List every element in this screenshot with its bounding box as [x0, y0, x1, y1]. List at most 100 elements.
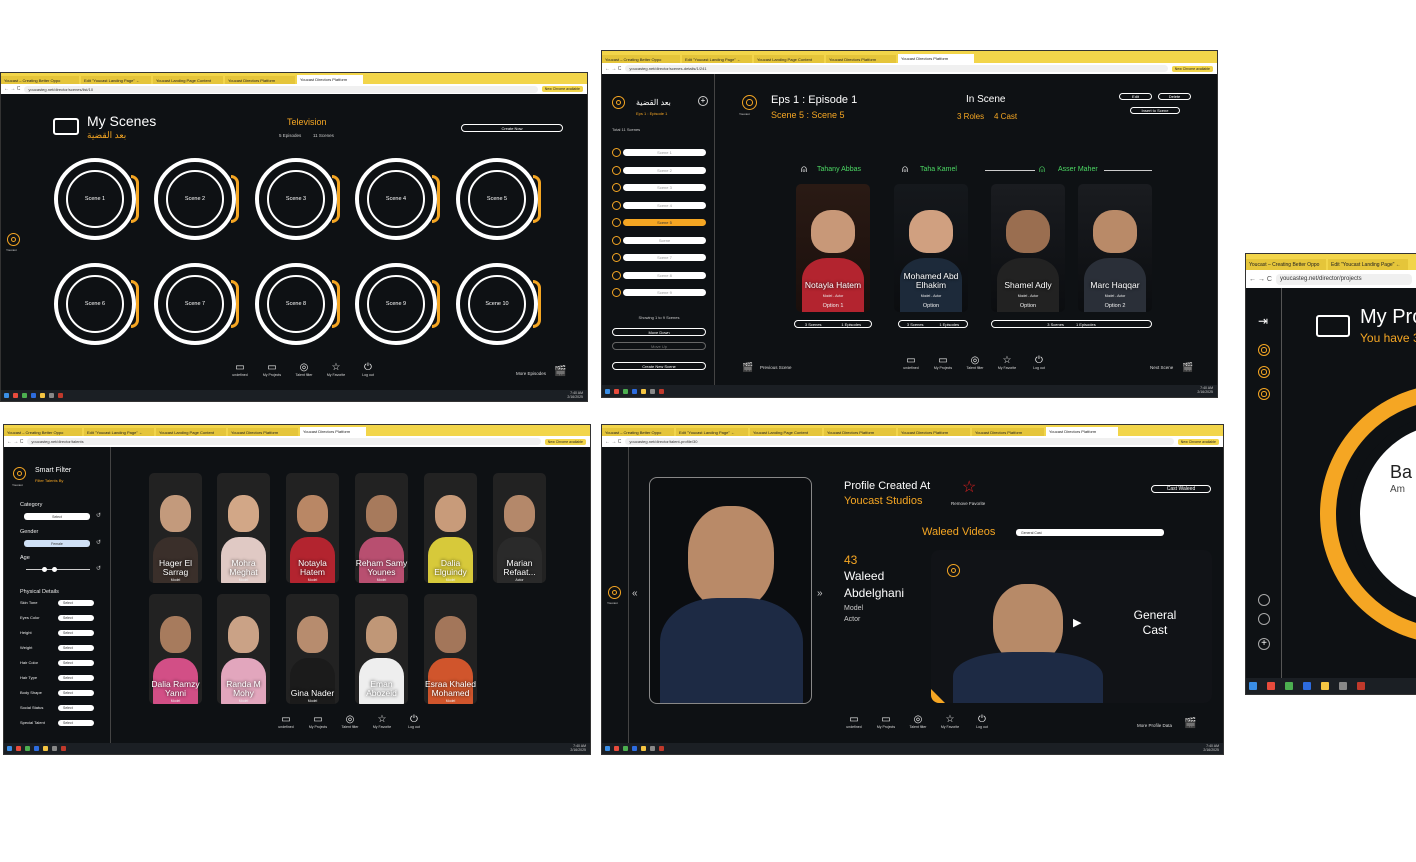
dock-item-favorite[interactable]: ☆ My Favorite	[325, 363, 347, 378]
scene-list-item[interactable]: Scene 9	[612, 288, 706, 297]
tab[interactable]: Youcast – Creating Better Oppo	[602, 55, 680, 63]
scene-list-item[interactable]: Scene 4	[612, 201, 706, 210]
clapper-icon[interactable]: 🎬	[742, 362, 753, 373]
create-new-scene-button[interactable]: Create New Scene	[612, 362, 706, 370]
chrome-update-badge[interactable]: New Chrome available	[544, 438, 586, 445]
scene-card[interactable]: Scene 9	[355, 263, 440, 345]
dock-item-logout[interactable]: ⏻ Log out	[357, 363, 379, 378]
chrome-icon[interactable]	[623, 746, 628, 751]
project-card-ring[interactable]	[1320, 384, 1416, 644]
reset-icon[interactable]: ↺	[96, 539, 101, 546]
scene-card[interactable]: Scene 1	[54, 158, 139, 240]
tab[interactable]: Edit "Youcast Landing Page" ←	[84, 428, 154, 436]
app-icon[interactable]	[632, 388, 637, 394]
scene-card[interactable]: Scene 7	[154, 263, 239, 345]
cast-button[interactable]: Cast Waleed	[1151, 485, 1211, 493]
tab[interactable]: Youcast Directors Platform	[898, 428, 970, 436]
youcast-logo-icon[interactable]	[13, 467, 26, 480]
folder-icon[interactable]	[40, 393, 45, 398]
delete-button[interactable]: Delete	[1158, 93, 1191, 100]
nav-icons[interactable]: ← → C	[605, 439, 621, 445]
actor-card[interactable]: Marc Haqqar Model - Actor Option 2	[1078, 184, 1152, 312]
scene-card[interactable]: Scene 10	[456, 263, 541, 345]
age-slider-handle[interactable]	[52, 567, 57, 572]
category-select[interactable]: Select	[24, 513, 90, 520]
tab-active[interactable]: Youcast Directors Platform	[1046, 427, 1118, 436]
tab[interactable]: Youcast Landing Page Content	[750, 428, 822, 436]
tab[interactable]: Edit "Youcast Landing Page" ←	[676, 428, 748, 436]
youcast-logo-icon[interactable]	[612, 96, 625, 109]
dock-item-video[interactable]: ▭ undefined	[275, 715, 297, 730]
app-icon[interactable]	[1357, 682, 1365, 690]
scene-list-item[interactable]: Scene 2	[612, 166, 706, 175]
tab[interactable]: Youcast Directors Platform	[826, 55, 896, 63]
tab[interactable]: Edit "Youcast Landing Page" ←	[1328, 259, 1408, 270]
folder-icon[interactable]	[641, 388, 646, 394]
app-icon[interactable]	[650, 746, 655, 751]
dock-item-filter[interactable]: ◎ Talent filter	[907, 715, 929, 730]
scene-list-item[interactable]: Scene 8	[612, 271, 706, 280]
field-select[interactable]: Select	[58, 705, 94, 711]
app-icon[interactable]	[52, 746, 57, 751]
talent-card[interactable]: Dalia Elguindy Model	[424, 473, 477, 583]
talent-card[interactable]: Mohra Meghat Model	[217, 473, 270, 583]
talent-card[interactable]: Notayla Hatem Model	[286, 473, 339, 583]
play-icon[interactable]: ▶	[1073, 616, 1081, 629]
scene-card[interactable]: Scene 8	[255, 263, 340, 345]
tab[interactable]: Youcast Landing Page Content	[754, 55, 824, 63]
chrome-icon[interactable]	[25, 746, 30, 751]
field-select[interactable]: Select	[58, 660, 94, 666]
actor-option[interactable]: Option	[894, 303, 968, 309]
url-field[interactable]: youcasteg.net/director/scenes-details/1/…	[625, 65, 1168, 72]
scene-card[interactable]: Scene 3	[255, 158, 340, 240]
project-dot-icon[interactable]	[1258, 344, 1270, 356]
field-select[interactable]: Select	[58, 630, 94, 636]
app-icon[interactable]	[1267, 682, 1275, 690]
windows-icon[interactable]	[4, 393, 9, 398]
url-field[interactable]: youcasteg.net/director/scenes/list/10	[24, 85, 538, 93]
url-field[interactable]: youcasteg.net/director/talents	[27, 438, 541, 445]
talent-card[interactable]: Eman Abozeid Model	[355, 594, 408, 704]
login-icon[interactable]: ⇥	[1258, 314, 1268, 328]
field-select[interactable]: Select	[58, 600, 94, 606]
dock-item-filter[interactable]: ◎ Talent filter	[339, 715, 361, 730]
dock-item-logout[interactable]: ⏻ Log out	[403, 715, 425, 730]
windows-icon[interactable]	[1249, 682, 1257, 690]
dock-item-filter[interactable]: ◎ Talent filter	[293, 363, 315, 378]
actor-card[interactable]: Notayla Hatem Model - Actor Option 1	[796, 184, 870, 312]
tab[interactable]: Edit "Youcast Landing Page" ←	[682, 55, 752, 63]
scene-card[interactable]: Scene 4	[355, 158, 440, 240]
dock-item-logout[interactable]: ⏻ Log out	[971, 715, 993, 730]
scene-card[interactable]: Scene 5	[456, 158, 541, 240]
actor-card[interactable]: Mohamed Abd Elhakim Model - Actor Option	[894, 184, 968, 312]
app-icon[interactable]	[58, 393, 63, 398]
app-icon[interactable]	[49, 393, 54, 398]
chrome-icon[interactable]	[22, 393, 27, 398]
app-icon[interactable]	[13, 393, 18, 398]
folder-icon[interactable]	[43, 746, 48, 751]
down-icon[interactable]	[1258, 594, 1270, 606]
app-icon[interactable]	[614, 388, 619, 394]
field-select[interactable]: Select	[58, 690, 94, 696]
youcast-logo-icon[interactable]	[7, 233, 20, 246]
chrome-icon[interactable]	[623, 388, 628, 394]
actor-option[interactable]: Option 2	[1078, 303, 1152, 309]
add-icon[interactable]: +	[1258, 638, 1270, 650]
windows-icon[interactable]	[605, 388, 610, 394]
previous-scene-link[interactable]: Previous Scene	[760, 365, 792, 370]
windows-icon[interactable]	[605, 746, 610, 751]
role-name[interactable]: Tahany Abbas	[817, 166, 861, 173]
nav-icons[interactable]: ← → C	[4, 86, 20, 92]
project-dot-icon[interactable]	[1258, 366, 1270, 378]
url-field[interactable]: youcasteg.net/director/talent-profile/30	[625, 438, 1174, 445]
talent-card[interactable]: Marian Refaat... Actor	[493, 473, 546, 583]
remove-favorite-button[interactable]: Remove Favorite	[951, 501, 985, 506]
nav-icons[interactable]: ← → C	[605, 66, 621, 72]
actor-card[interactable]: Shamel Adly Model - Actor Option	[991, 184, 1065, 312]
scene-card[interactable]: Scene 6	[54, 263, 139, 345]
talent-card[interactable]: Dalia Ramzy Yanni Model	[149, 594, 202, 704]
tab[interactable]: Youcast Directors Platform	[228, 428, 298, 436]
dock-item-projects[interactable]: ▭ My Projects	[261, 363, 283, 378]
edit-button[interactable]: Edit	[1119, 93, 1152, 100]
project-dot-icon[interactable]	[1258, 388, 1270, 400]
